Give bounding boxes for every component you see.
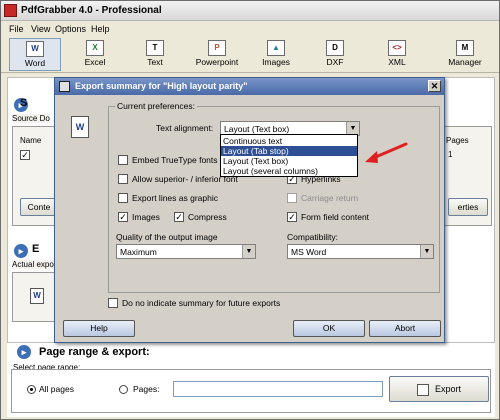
toolbar-word-label: Word [24,58,46,68]
chevron-down-icon: ▼ [242,245,255,258]
excel-icon: X [86,40,104,56]
app-icon [4,4,17,17]
carriage-return-label: Carriage return [301,193,359,203]
pages-value: 1 [448,150,453,159]
menu-help[interactable]: Help [91,24,110,34]
all-pages-label: All pages [39,384,74,394]
compatibility-select[interactable]: MS Word ▼ [287,244,434,259]
section-2-heading: E [32,243,40,255]
compress-checkbox[interactable]: ✓ [174,212,184,222]
app-window: PdfGrabber 4.0 - Professional File View … [0,0,500,420]
toolbar-excel-button[interactable]: X Excel [69,38,121,71]
toolbar-dxf-button[interactable]: D DXF [309,38,361,71]
menu-file[interactable]: File [9,24,24,34]
embed-fonts-checkbox[interactable] [118,155,128,165]
form-field-checkbox[interactable]: ✓ [287,212,297,222]
page-range-section: ▸ Page range & export: Select page range… [7,343,495,417]
menu-view[interactable]: View [31,24,50,34]
menu-options[interactable]: Options [55,24,86,34]
section-3-bullet: ▸ [17,345,31,359]
export-lines-label: Export lines as graphic [132,193,218,203]
red-arrow-icon [365,142,408,163]
all-pages-radio[interactable] [27,385,36,394]
dialog-title-bar: Export summary for "High layout parity" … [55,78,444,95]
source-doc-checkbox[interactable]: ✓ [20,150,30,160]
text-alignment-value: Layout (Text box) [224,124,290,134]
alignment-option-text-box[interactable]: Layout (Text box) [221,156,357,166]
dxf-icon: D [326,40,344,56]
pages-label: Pages: [133,384,160,394]
dialog-word-icon: W [71,116,89,138]
ok-button[interactable]: OK [293,320,365,337]
toolbar-images-label: Images [262,57,290,67]
compatibility-value: MS Word [291,247,327,257]
toolbar-images-button[interactable]: ▲ Images [250,38,302,71]
xml-icon: <> [388,40,406,56]
toolbar-manager-label: Manager [448,57,482,67]
alignment-option-several-columns[interactable]: Layout (several columns) [221,166,357,176]
embed-fonts-label: Embed TrueType fonts [132,155,218,165]
menu-bar: File View Options Help [1,21,499,37]
dialog-close-button[interactable]: ✕ [428,80,441,92]
text-alignment-dropdown-list[interactable]: Continuous text Layout (Tab stop) Layout… [220,134,358,177]
help-button[interactable]: Help [63,320,135,337]
form-field-label: Form field content [301,212,370,222]
toolbar-dxf-label: DXF [326,57,344,67]
toolbar-manager-button[interactable]: M Manager [439,38,491,71]
no-indicate-checkbox[interactable] [108,298,118,308]
quality-label: Quality of the output image [116,232,218,242]
quality-value: Maximum [120,247,157,257]
source-doc-label: Source Do [12,114,50,123]
section-1-heading: S [20,97,28,109]
current-preferences-label: Current preferences: [115,101,197,111]
chevron-down-icon: ▼ [420,245,433,258]
toolbar-text-label: Text [147,57,163,67]
text-alignment-label: Text alignment: [156,123,214,133]
manager-icon: M [456,40,474,56]
toolbar-powerpoint-label: Powerpoint [195,57,239,67]
pages-input[interactable] [173,381,383,397]
word-icon: W [26,41,44,57]
toolbar-text-button[interactable]: T Text [129,38,181,71]
content-button[interactable]: Conte [20,198,58,216]
export-summary-dialog: Export summary for "High layout parity" … [54,77,445,343]
actual-export-word-icon: W [30,288,44,304]
text-icon: T [146,40,164,56]
properties-button[interactable]: erties [448,198,488,216]
compress-label: Compress [188,212,227,222]
toolbar-xml-label: XML [388,57,406,67]
images-label: Images [132,212,160,222]
carriage-return-checkbox[interactable] [287,193,297,203]
actual-export-label: Actual expo [12,260,54,269]
allow-super-checkbox[interactable] [118,174,128,184]
pages-radio[interactable] [119,385,128,394]
toolbar-powerpoint-button[interactable]: P Powerpoint [191,38,243,71]
window-title: PdfGrabber 4.0 - Professional [21,5,162,16]
toolbar-excel-label: Excel [84,57,106,67]
alignment-option-continuous[interactable]: Continuous text [221,136,357,146]
export-label: Export [434,384,461,394]
pages-column-header: Pages [446,136,469,145]
alignment-option-tab-stop[interactable]: Layout (Tab stop) [221,146,357,156]
export-lines-checkbox[interactable] [118,193,128,203]
name-column-header: Name [20,136,42,145]
toolbar-xml-button[interactable]: <> XML [371,38,423,71]
dialog-icon [59,81,70,92]
quality-select[interactable]: Maximum ▼ [116,244,256,259]
compatibility-label: Compatibility: [287,232,339,242]
no-indicate-label: Do no indicate summary for future export… [122,298,281,308]
images-checkbox[interactable]: ✓ [118,212,128,222]
export-icon [416,383,429,396]
powerpoint-icon: P [208,40,226,56]
images-icon: ▲ [267,40,285,56]
toolbar-word-button[interactable]: W Word [9,38,61,71]
title-bar: PdfGrabber 4.0 - Professional [1,1,499,21]
dialog-title: Export summary for "High layout parity" [75,81,248,91]
abort-button[interactable]: Abort [369,320,441,337]
toolbar: W Word X Excel T Text P Powerpoint ▲ Ima… [1,37,499,73]
page-range-heading: Page range & export: [39,346,150,358]
section-2-bullet: ▸ [14,244,28,258]
export-button[interactable]: Export [389,376,489,402]
